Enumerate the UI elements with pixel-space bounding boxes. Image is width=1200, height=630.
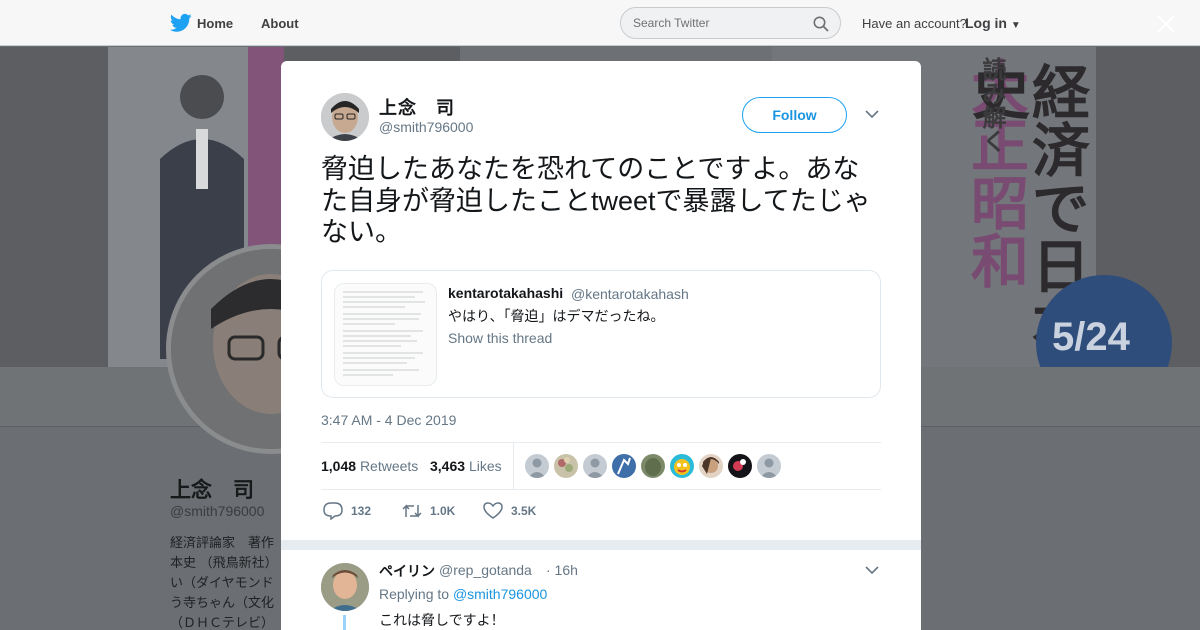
likes-label: Likes [468,458,502,474]
replying-to-link[interactable]: @smith796000 [453,586,547,602]
top-navigation-bar: Home About Have an account? Log in ▼ [0,0,1200,46]
retweet-count: 1.0K [430,504,456,518]
liker-avatar[interactable] [525,454,549,478]
reply-author-name[interactable]: ペイリン [379,561,435,581]
retweet-icon [402,504,422,518]
author-name[interactable]: 上念 司 [379,94,455,120]
stats-divider [513,443,514,489]
liker-avatar[interactable] [728,454,752,478]
liker-avatar[interactable] [757,454,781,478]
reply-author-handle[interactable]: @rep_gotanda [439,562,532,578]
nav-home-link[interactable]: Home [197,16,233,31]
reply-avatar-image [321,563,369,611]
reply-thread-line [343,615,346,630]
liker-avatar[interactable] [583,454,607,478]
profile-handle: @smith796000 [170,503,265,519]
date-badge-text: 5/24 [1052,315,1130,359]
login-label: Log in [965,15,1007,31]
tweet-text: 脅迫したあなたを恐れてのことですよ。あなた自身が脅迫したことtweetで暴露して… [321,154,871,247]
reply-timestamp[interactable]: · 16h [546,562,578,578]
liker-avatar[interactable] [699,454,723,478]
reply-author-avatar[interactable] [321,563,369,611]
search-box[interactable] [620,7,841,39]
profile-bio: 経済評論家 著作 本史 （飛鳥新社） い（ダイヤモンド う寺ちゃん（文化 （ＤＨ… [170,535,278,630]
replies-divider [281,540,921,550]
chevron-down-icon: ▼ [1010,20,1021,31]
heart-icon [483,502,503,519]
like-count: 3.5K [511,504,537,518]
twitter-bird-icon[interactable] [170,13,192,33]
likes-count: 3,463 [430,458,466,474]
document-image [335,284,436,385]
liker-avatar[interactable] [612,454,636,478]
quoted-tweet-card[interactable]: kentarotakahashi @kentarotakahash やはり、「脅… [321,270,881,398]
retweet-action[interactable]: 1.0K [402,501,482,521]
follow-button[interactable]: Follow [742,97,847,133]
reply-count: 132 [351,504,372,518]
tweet-stats: 1,048 Retweets 3,463 Likes [321,442,881,490]
quoted-tweet-text: やはり、「脅迫」はデマだったね。 [448,308,665,324]
login-menu[interactable]: Log in ▼ [965,15,1021,31]
show-thread-link[interactable]: Show this thread [448,330,552,346]
liker-avatar[interactable] [670,454,694,478]
retweets-label: Retweets [359,458,419,474]
replying-to-label: Replying to [379,586,450,602]
tweet-modal: 上念 司 @smith796000 Follow 脅迫したあなたを恐れてのことで… [281,61,921,630]
author-avatar[interactable] [321,93,369,141]
search-icon[interactable] [813,16,829,32]
have-account-label: Have an account? [862,16,967,31]
nav-about-link[interactable]: About [261,16,299,31]
quoted-author-handle: @kentarotakahash [571,286,689,302]
profile-name: 上念 司 [170,479,254,502]
search-input[interactable] [633,16,803,30]
quoted-author-name: kentarotakahashi [448,285,564,301]
reply-action[interactable]: 132 [323,501,383,521]
banner-subtitle: 読み解く [978,57,1007,153]
likes-stat[interactable]: 3,463 Likes [430,458,502,474]
replying-to: Replying to @smith796000 [379,586,547,602]
reply-icon [323,502,343,520]
retweets-count: 1,048 [321,458,357,474]
like-action[interactable]: 3.5K [483,501,563,521]
retweets-stat[interactable]: 1,048 Retweets [321,458,418,474]
chevron-down-icon[interactable] [865,565,879,575]
tweet-timestamp[interactable]: 3:47 AM - 4 Dec 2019 [321,412,456,428]
tweet-actions: 132 1.0K 3.5K [321,501,881,521]
reply-text: これは脅しですよ！ [379,612,505,628]
close-icon[interactable] [1154,12,1178,36]
author-handle[interactable]: @smith796000 [379,119,473,135]
liker-avatar[interactable] [554,454,578,478]
author-avatar-image [321,93,369,141]
quoted-tweet-image[interactable] [334,283,437,386]
chevron-down-icon[interactable] [865,109,879,119]
liker-avatar[interactable] [641,454,665,478]
